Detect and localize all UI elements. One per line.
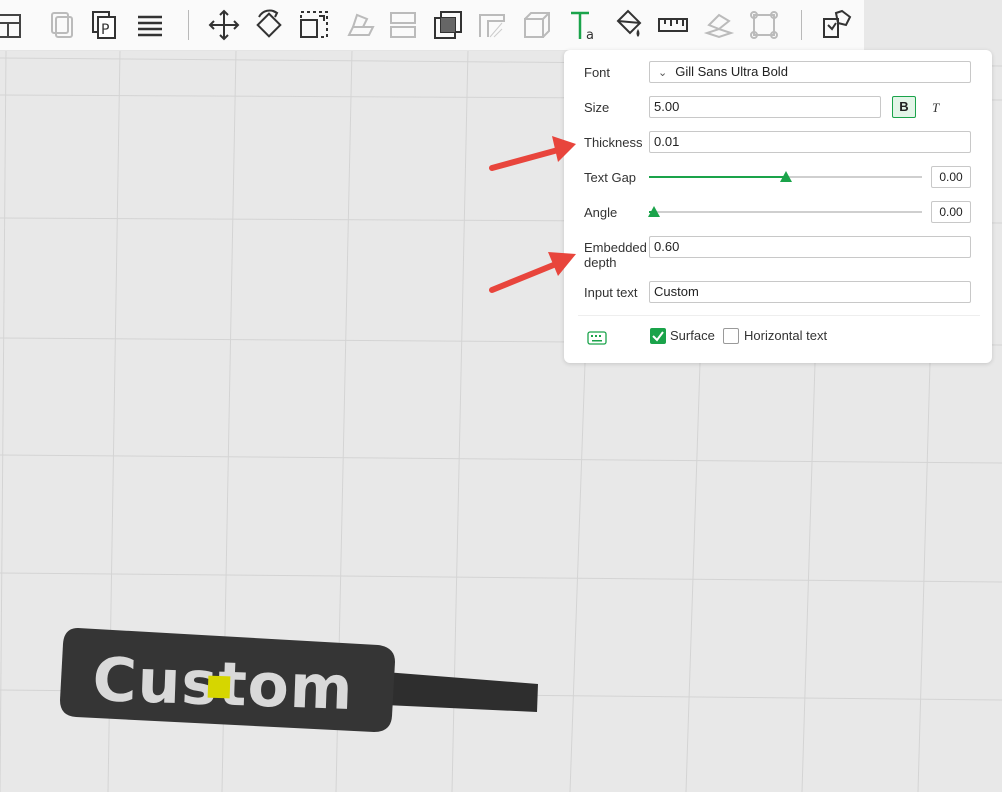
bold-toggle[interactable]: B [892,96,916,118]
puzzle-icon[interactable] [816,4,856,46]
support-icon[interactable] [472,4,512,46]
panel-divider [578,315,980,316]
boolean-icon[interactable] [428,4,468,46]
angle-input[interactable]: 0.00 [931,201,971,223]
toolbar-separator [188,10,189,40]
surface-label: Surface [670,328,715,343]
rotate-icon[interactable] [249,4,289,46]
embedded-depth-input[interactable]: 0.60 [649,236,971,258]
layout-icon[interactable] [0,4,32,46]
ruler-icon[interactable] [653,4,693,46]
embedded-depth-label-line1: Embedded [584,240,647,255]
toolbar-separator [801,10,802,40]
scale-icon[interactable] [294,4,334,46]
surface-checkbox[interactable] [650,328,666,344]
text-tool-icon[interactable]: a [563,4,603,46]
size-label: Size [584,100,610,115]
copy-icon[interactable] [42,4,82,46]
model-stem [385,672,538,712]
split-icon[interactable] [383,4,423,46]
place-icon[interactable]: P [84,4,124,46]
text-gap-slider[interactable] [649,171,922,182]
horizontal-text-checkbox[interactable] [723,328,739,344]
svg-text:P: P [101,22,109,38]
top-toolbar: P a [0,0,864,51]
lay-on-face-icon[interactable] [339,4,379,46]
font-label: Font [584,65,611,80]
thickness-input[interactable]: 0.01 [649,131,971,153]
italic-toggle[interactable]: T [932,100,939,116]
fit-view-icon[interactable] [744,4,784,46]
text-gap-slider-thumb[interactable] [779,171,792,182]
text-gap-label: Text Gap [584,170,637,185]
text-gap-input[interactable]: 0.00 [931,166,971,188]
angle-label: Angle [584,205,618,220]
thickness-label: Thickness [584,135,643,150]
embedded-depth-label-line2: depth [584,255,617,270]
embedded-depth-label: Embedded depth [584,240,647,270]
chevron-down-icon: ⌄ [658,67,668,79]
size-input[interactable]: 5.00 [649,96,881,118]
text-properties-panel: Font ⌄ Gill Sans Ultra Bold Size 5.00 B T… [564,50,992,363]
text-gap-slider-fill [649,176,786,178]
checkmark-icon [652,331,664,342]
annotation-arrow-embedded [489,252,576,293]
measure-box-icon[interactable] [517,4,557,46]
paint-bucket-icon[interactable] [608,4,648,46]
annotation-arrow-thickness [489,136,576,171]
layers-icon[interactable] [130,4,170,46]
keyboard-icon[interactable] [587,331,607,348]
move-icon[interactable] [204,4,244,46]
input-text-label: Input text [584,285,638,300]
input-text-field[interactable]: Custom [649,281,971,303]
svg-text:a: a [586,28,594,43]
angle-slider[interactable] [648,206,922,217]
font-select[interactable]: ⌄ Gill Sans Ultra Bold [649,61,971,83]
angle-slider-thumb[interactable] [648,206,661,217]
font-value: Gill Sans Ultra Bold [675,64,788,79]
horizontal-text-label: Horizontal text [744,328,828,343]
selection-marker [207,675,231,699]
assembly-icon[interactable] [699,4,739,46]
